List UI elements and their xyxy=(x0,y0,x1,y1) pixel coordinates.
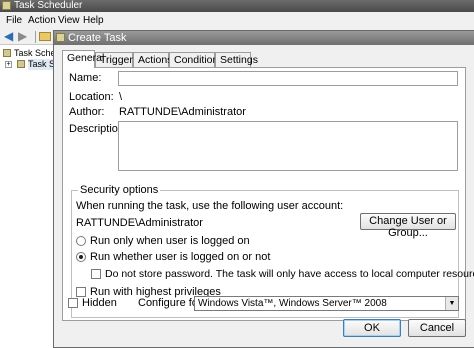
toolbar-separator xyxy=(35,31,36,43)
general-tab-panel: Name: Location: \ Author: RATTUNDE\Admin… xyxy=(62,67,474,321)
tab-settings[interactable]: Settings xyxy=(215,52,258,67)
create-task-dialog: Create Task General Triggers Actions Con… xyxy=(53,30,474,348)
logged-on-or-not-radio[interactable] xyxy=(76,252,86,262)
tree-item-task-scheduler[interactable]: Task Schedu xyxy=(0,48,56,59)
dialog-title: Create Task xyxy=(68,32,127,44)
change-user-button[interactable]: Change User or Group... xyxy=(360,213,456,239)
highest-privileges-checkbox[interactable] xyxy=(76,287,86,297)
location-label: Location: xyxy=(69,91,114,103)
author-label: Author: xyxy=(69,106,105,118)
hidden-label: Hidden xyxy=(82,297,117,309)
dialog-titlebar[interactable]: Create Task xyxy=(54,31,474,45)
hidden-checkbox[interactable] xyxy=(68,298,78,308)
arrow-right-icon[interactable]: ▶ xyxy=(18,30,27,43)
name-label: Name: xyxy=(69,72,102,84)
logged-on-or-not-label: Run whether user is logged on or not xyxy=(90,251,271,263)
task-library-icon xyxy=(17,60,25,68)
ok-button[interactable]: OK xyxy=(343,319,401,337)
author-value: RATTUNDE\Administrator xyxy=(119,106,246,118)
tab-conditions[interactable]: Conditions xyxy=(169,52,224,67)
tree-item-task-library[interactable]: + Task Sc xyxy=(0,59,56,70)
logged-on-only-label: Run only when user is logged on xyxy=(90,235,250,247)
window-title: Task Scheduler xyxy=(14,0,83,11)
menu-action[interactable]: Action xyxy=(28,15,56,26)
task-scheduler-icon xyxy=(3,49,11,57)
configure-for-value: Windows Vista™, Windows Server™ 2008 xyxy=(198,298,387,309)
navigation-tree: Task Schedu + Task Sc xyxy=(0,45,57,348)
account-value: RATTUNDE\Administrator xyxy=(76,217,203,229)
tab-actions[interactable]: Actions xyxy=(133,52,172,67)
tree-item-label: Task Schedu xyxy=(14,48,56,58)
tab-general[interactable]: General xyxy=(62,50,104,68)
expand-icon[interactable]: + xyxy=(5,61,12,68)
task-icon xyxy=(56,33,65,42)
task-scheduler-icon xyxy=(2,1,11,10)
security-options-legend: Security options xyxy=(78,184,161,196)
arrow-left-icon[interactable]: ◀ xyxy=(4,30,13,43)
no-store-password-label: Do not store password. The task will onl… xyxy=(105,268,474,280)
configure-for-select[interactable]: Windows Vista™, Windows Server™ 2008 ▼ xyxy=(194,296,459,311)
cancel-button[interactable]: Cancel xyxy=(408,319,466,337)
description-input[interactable] xyxy=(118,121,458,171)
account-prompt: When running the task, use the following… xyxy=(76,200,344,212)
logged-on-only-radio[interactable] xyxy=(76,236,86,246)
name-input[interactable] xyxy=(118,71,458,86)
menu-file[interactable]: File xyxy=(6,15,22,26)
window-titlebar: Task Scheduler xyxy=(0,0,474,12)
menu-view[interactable]: View xyxy=(58,15,80,26)
menu-help[interactable]: Help xyxy=(83,15,104,26)
folder-icon[interactable] xyxy=(39,32,51,41)
location-value: \ xyxy=(119,91,123,103)
no-store-password-checkbox[interactable] xyxy=(91,269,101,279)
chevron-down-icon[interactable]: ▼ xyxy=(445,297,458,310)
menu-bar: File Action View Help xyxy=(0,14,474,29)
